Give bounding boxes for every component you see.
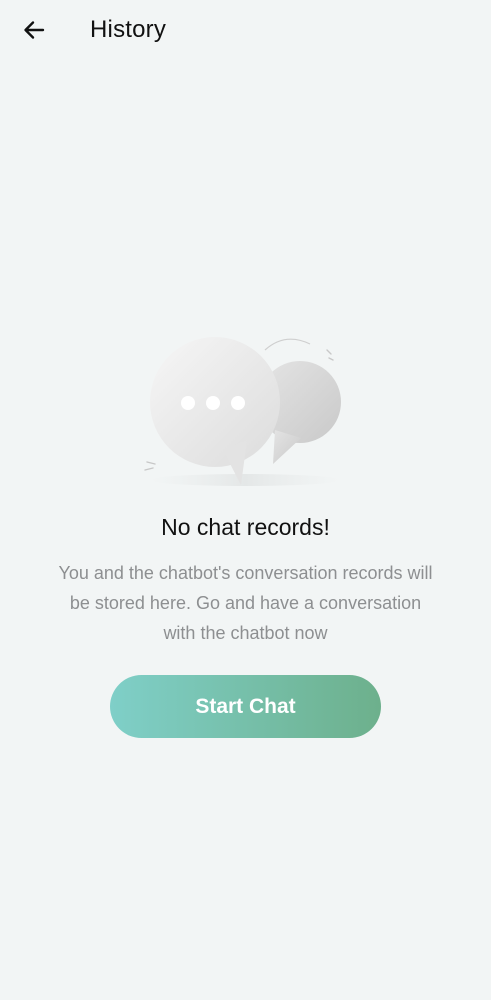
chat-bubbles-icon [144,337,341,486]
app-header: History [0,0,491,60]
history-page: History No chat records! You and the cha… [0,0,491,1000]
arrow-left-icon [24,21,45,39]
empty-state-description: You and the chatbot's conversation recor… [58,563,433,643]
page-title: History [90,16,167,43]
back-button[interactable] [14,10,54,50]
empty-state-title: No chat records! [161,514,330,540]
start-chat-button[interactable]: Start Chat [110,675,381,738]
